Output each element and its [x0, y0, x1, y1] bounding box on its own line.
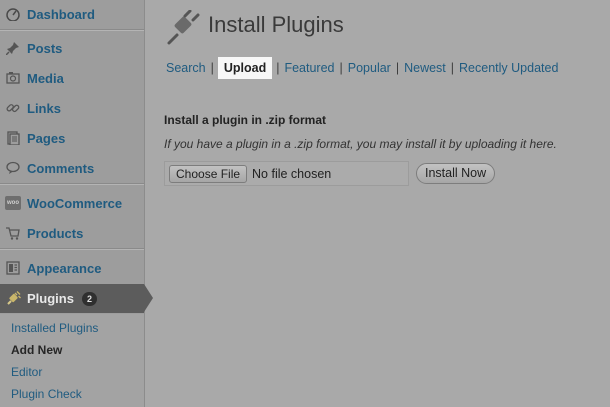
- menu-separator: [0, 183, 144, 185]
- media-icon: [5, 70, 21, 86]
- menu-label: Appearance: [27, 260, 102, 276]
- woocommerce-icon: woo: [5, 195, 21, 211]
- cart-icon: [5, 225, 21, 241]
- pages-icon: [5, 130, 21, 146]
- menu-label: Posts: [27, 40, 63, 56]
- page-title: Install Plugins: [208, 12, 344, 37]
- menu-item-dashboard[interactable]: Dashboard: [0, 0, 144, 28]
- menu-label: WooCommerce: [27, 195, 123, 211]
- plugins-submenu: Installed Plugins Add New Editor Plugin …: [0, 314, 144, 407]
- menu-separator: [0, 248, 144, 250]
- upload-description: If you have a plugin in a .zip format, y…: [164, 137, 557, 151]
- menu-item-posts[interactable]: Posts: [0, 33, 144, 63]
- menu-item-products[interactable]: Products: [0, 218, 144, 248]
- tab-recently-updated[interactable]: Recently Updated: [459, 61, 558, 75]
- menu-item-links[interactable]: Links: [0, 93, 144, 123]
- choose-file-button[interactable]: Choose File: [169, 164, 248, 183]
- plug-icon: [165, 9, 201, 51]
- menu-label: Dashboard: [27, 6, 95, 22]
- menu-label: Pages: [27, 130, 66, 146]
- menu-item-woocommerce[interactable]: woo WooCommerce: [0, 188, 144, 218]
- menu-label: Products: [27, 225, 84, 241]
- submenu-editor[interactable]: Editor: [11, 365, 42, 379]
- main-content: Install Plugins Search | Upload | Featur…: [145, 0, 610, 407]
- menu-label: Comments: [27, 160, 95, 176]
- install-plugins-tabs: Search | Upload | Featured | Popular | N…: [166, 57, 558, 79]
- tab-separator: |: [210, 61, 214, 75]
- plugin-zip-file-input[interactable]: Choose File No file chosen: [164, 161, 409, 186]
- dashboard-icon: [5, 6, 21, 22]
- submenu-plugin-check[interactable]: Plugin Check: [11, 387, 82, 401]
- file-status-text: No file chosen: [252, 166, 332, 181]
- tab-separator: |: [339, 61, 343, 75]
- menu-label: Media: [27, 70, 64, 86]
- tab-upload[interactable]: Upload: [217, 57, 273, 79]
- submenu-add-new[interactable]: Add New: [11, 343, 62, 357]
- menu-item-plugins[interactable]: Plugins 2: [0, 284, 153, 313]
- appearance-icon: [5, 260, 21, 276]
- tab-separator: |: [395, 61, 400, 75]
- menu-separator: [0, 29, 144, 31]
- admin-sidebar: Dashboard Posts Media Links Pages Commen…: [0, 0, 153, 407]
- install-now-button[interactable]: Install Now: [416, 163, 496, 184]
- submenu-installed-plugins[interactable]: Installed Plugins: [11, 321, 98, 335]
- upload-heading: Install a plugin in .zip format: [164, 113, 327, 127]
- plugin-update-count-badge: 2: [81, 291, 97, 306]
- tab-separator: |: [450, 61, 455, 75]
- pushpin-icon: [5, 40, 21, 56]
- menu-item-pages[interactable]: Pages: [0, 123, 144, 153]
- tab-newest[interactable]: Newest: [404, 61, 446, 75]
- tab-popular[interactable]: Popular: [348, 61, 391, 75]
- menu-label: Links: [27, 100, 61, 116]
- tab-search[interactable]: Search: [166, 61, 206, 75]
- tab-featured[interactable]: Featured: [284, 61, 334, 75]
- menu-label: Plugins: [27, 291, 74, 306]
- menu-item-media[interactable]: Media: [0, 63, 144, 93]
- menu-item-appearance[interactable]: Appearance: [0, 253, 144, 283]
- link-icon: [5, 100, 21, 116]
- tab-separator: |: [276, 61, 280, 75]
- plug-icon: [5, 290, 21, 307]
- menu-item-comments[interactable]: Comments: [0, 153, 144, 183]
- comment-icon: [5, 160, 21, 176]
